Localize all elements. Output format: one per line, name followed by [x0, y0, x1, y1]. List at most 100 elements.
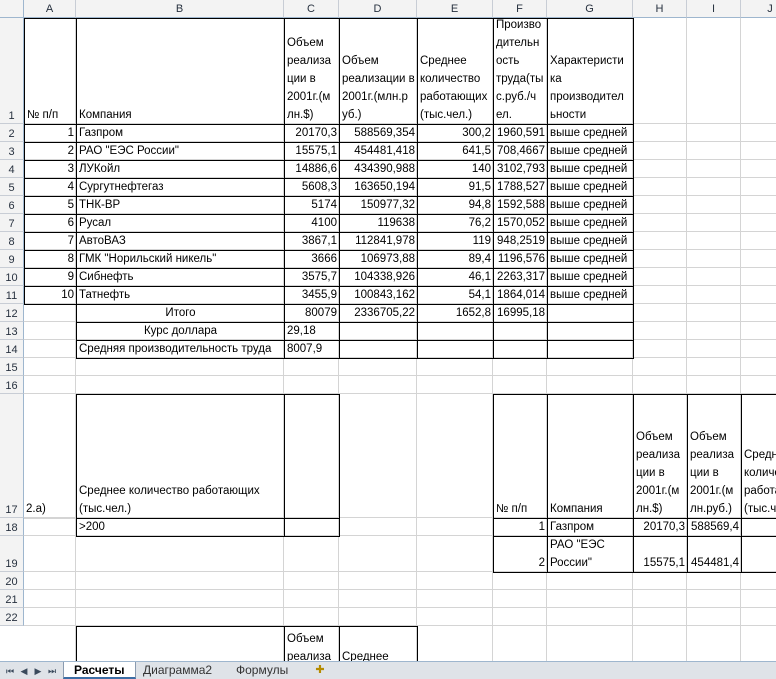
grid-cell[interactable] [741, 232, 776, 250]
grid-cell[interactable] [687, 124, 741, 142]
grid-cell[interactable] [741, 214, 776, 232]
grid-cell[interactable] [24, 322, 76, 340]
company-name[interactable]: ЛУКойл [76, 160, 285, 179]
grid-cell[interactable] [24, 518, 76, 536]
grid-cell[interactable] [687, 608, 741, 626]
row-header[interactable]: 20 [0, 572, 24, 590]
grid-cell[interactable] [741, 250, 776, 268]
company-name[interactable]: АвтоВАЗ [76, 232, 285, 251]
section-2a-label[interactable]: 2.а) [24, 394, 77, 519]
grid-cell[interactable] [741, 18, 776, 124]
column-header[interactable]: I [687, 0, 741, 18]
grid-cell[interactable] [493, 358, 547, 376]
grid-cell[interactable] [741, 590, 776, 608]
company-number[interactable]: 9 [24, 268, 77, 287]
grid-cell[interactable] [24, 626, 76, 661]
grid-cell[interactable] [633, 304, 687, 322]
filtered-company-name[interactable]: Газпром [547, 518, 634, 537]
row-header[interactable]: 19 [0, 536, 24, 572]
grid-cell[interactable] [339, 394, 417, 518]
grid-cell[interactable] [24, 358, 76, 376]
company-volume-rub[interactable]: 434390,988 [339, 160, 418, 179]
company-productivity[interactable]: 1864,014 [493, 286, 548, 305]
row-header[interactable]: 17 [0, 394, 24, 518]
grid-cell[interactable] [633, 286, 687, 304]
grid-cell[interactable] [741, 340, 776, 358]
grid-cell[interactable] [547, 590, 633, 608]
row-header[interactable]: 4 [0, 160, 24, 178]
row-header[interactable]: 16 [0, 376, 24, 394]
grid-cell[interactable] [339, 608, 417, 626]
company-volume-rub[interactable]: 150977,32 [339, 196, 418, 215]
grid-cell[interactable] [547, 626, 633, 661]
empty-cell[interactable] [284, 394, 340, 519]
grid-cell[interactable] [24, 608, 76, 626]
grid-cell[interactable] [741, 160, 776, 178]
grid-cell[interactable] [633, 178, 687, 196]
column-header[interactable]: H [633, 0, 687, 18]
header-avg-workers[interactable]: Среднее количество работающих (тыс.чел.) [417, 18, 494, 125]
grid-cell[interactable] [284, 608, 339, 626]
company-productivity[interactable]: 1592,588 [493, 196, 548, 215]
grid-cell[interactable] [741, 124, 776, 142]
grid-cell[interactable] [687, 626, 741, 661]
grid-cell[interactable] [633, 142, 687, 160]
grid-cell[interactable] [741, 608, 776, 626]
totals-label[interactable]: Итого [76, 304, 285, 323]
totals-volume-usd[interactable]: 80079 [284, 304, 340, 323]
totals-volume-rub[interactable]: 2336705,22 [339, 304, 418, 323]
company-number[interactable]: 7 [24, 232, 77, 251]
empty-cell[interactable] [284, 518, 340, 537]
filtered-header-company[interactable]: Компания [547, 394, 634, 519]
grid-cell[interactable] [633, 376, 687, 394]
column-header[interactable]: J [741, 0, 776, 18]
company-volume-rub[interactable]: 100843,162 [339, 286, 418, 305]
empty-cell[interactable] [547, 340, 634, 359]
header-productivity[interactable]: Произво дительн ость труда(ты с.руб./ч е… [493, 18, 548, 125]
company-number[interactable]: 4 [24, 178, 77, 197]
grid-cell[interactable] [741, 268, 776, 286]
header-num[interactable]: № п/п [24, 18, 77, 125]
grid-cell[interactable] [687, 304, 741, 322]
column-header[interactable]: B [76, 0, 284, 18]
grid-cell[interactable] [633, 232, 687, 250]
company-productivity[interactable]: 948,2519 [493, 232, 548, 251]
select-all-corner[interactable] [0, 0, 24, 18]
row-header[interactable]: 22 [0, 608, 24, 626]
grid-cell[interactable] [687, 322, 741, 340]
row-header[interactable]: 6 [0, 196, 24, 214]
grid-cell[interactable] [687, 178, 741, 196]
empty-cell[interactable] [417, 322, 494, 341]
tab-sheet-diagramma2[interactable]: Диаграмма2 [133, 662, 222, 679]
insert-sheet-icon[interactable]: ✚ [311, 663, 329, 678]
company-avg-workers[interactable]: 91,5 [417, 178, 494, 197]
grid-cell[interactable] [633, 268, 687, 286]
empty-cell[interactable] [417, 340, 494, 359]
grid-cell[interactable] [284, 358, 339, 376]
grid-cell[interactable] [633, 196, 687, 214]
company-volume-usd[interactable]: 14886,6 [284, 160, 340, 179]
grid-cell[interactable] [741, 358, 776, 376]
company-avg-workers[interactable]: 76,2 [417, 214, 494, 233]
company-avg-workers[interactable]: 300,2 [417, 124, 494, 143]
grid-cell[interactable] [24, 376, 76, 394]
row-header[interactable]: 14 [0, 340, 24, 358]
filtered-avg-workers[interactable]: 30 [741, 518, 776, 537]
company-characteristic[interactable]: выше средней [547, 160, 634, 179]
row-header[interactable]: 15 [0, 358, 24, 376]
grid-cell[interactable] [741, 196, 776, 214]
filtered-volume-usd[interactable]: 20170,3 [633, 518, 688, 537]
grid-cell[interactable] [687, 250, 741, 268]
company-volume-usd[interactable]: 4100 [284, 214, 340, 233]
company-avg-workers[interactable]: 94,8 [417, 196, 494, 215]
grid-cell[interactable] [687, 196, 741, 214]
company-number[interactable]: 6 [24, 214, 77, 233]
grid-cell[interactable] [417, 536, 493, 572]
exchange-rate-label[interactable]: Курс доллара [76, 322, 285, 341]
grid-cell[interactable] [76, 376, 284, 394]
company-characteristic[interactable]: выше средней [547, 286, 634, 305]
section3-header-volume-usd[interactable]: Объем реализа [284, 626, 340, 661]
grid-cell[interactable] [547, 572, 633, 590]
company-characteristic[interactable]: выше средней [547, 196, 634, 215]
grid-cell[interactable] [339, 358, 417, 376]
